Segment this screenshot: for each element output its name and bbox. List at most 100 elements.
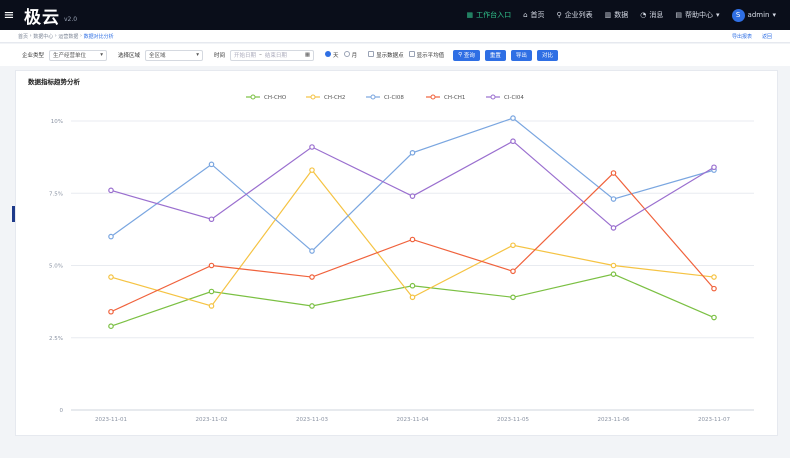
nav-enterprise-list[interactable]: ⚲ 企业列表 bbox=[557, 10, 593, 20]
calendar-icon: ▦ bbox=[304, 52, 311, 58]
series-line bbox=[110, 273, 715, 327]
data-point bbox=[510, 138, 516, 145]
data-point bbox=[108, 323, 114, 329]
checkbox-show-points[interactable]: 显示数据点 bbox=[368, 51, 404, 59]
data-point bbox=[108, 274, 114, 280]
book-icon: ▤ bbox=[675, 11, 683, 19]
checkbox-icon bbox=[368, 51, 375, 57]
x-tick-label: 2023-11-04 bbox=[397, 417, 429, 423]
nav-workbench[interactable]: ▦ 工作台入口 bbox=[466, 10, 511, 20]
data-point bbox=[108, 233, 114, 240]
filter-bar: 企业类型 生产经营单位 ▾ 选择区域 全区域 ▾ 时间 开始日期 – 结束日期 … bbox=[0, 44, 790, 66]
data-point bbox=[510, 242, 516, 249]
chevron-down-icon: ▾ bbox=[100, 52, 104, 58]
chevron-down-icon: ▾ bbox=[196, 52, 200, 58]
x-tick-label: 2023-11-06 bbox=[598, 417, 630, 423]
radio-month[interactable]: 月 bbox=[343, 51, 357, 59]
app-logo[interactable]: 极云 bbox=[24, 3, 60, 28]
data-point bbox=[711, 285, 717, 292]
chart-card: 数据指标趋势分析 0 2.5% 5.0% 7.5% 10% 2023-11-01 2023-… bbox=[15, 70, 778, 436]
y-tick-label: 7.5% bbox=[49, 191, 63, 197]
query-button[interactable]: ⚲ 查询 bbox=[453, 49, 480, 61]
user-name: admin bbox=[747, 11, 770, 19]
y-tick-label: 5.0% bbox=[49, 264, 63, 270]
compare-button[interactable]: 对比 bbox=[536, 49, 558, 61]
nav-messages[interactable]: ◔ 消息 bbox=[640, 10, 663, 20]
data-point bbox=[610, 196, 617, 202]
x-tick-label: 2023-11-07 bbox=[698, 417, 730, 423]
data-point bbox=[711, 164, 717, 171]
data-point bbox=[409, 282, 416, 289]
grid-icon: ▦ bbox=[466, 11, 474, 19]
data-point bbox=[409, 149, 416, 156]
data-point bbox=[208, 288, 215, 295]
back-link[interactable]: 返回 bbox=[762, 33, 772, 40]
legend-marker bbox=[310, 94, 316, 100]
data-point bbox=[208, 216, 215, 223]
breadcrumb-item[interactable]: 数据中心 bbox=[33, 33, 53, 40]
legend-label: CI-CI08 bbox=[384, 95, 404, 101]
avatar: S bbox=[731, 8, 745, 22]
chevron-down-icon: ▾ bbox=[772, 11, 776, 19]
breadcrumb-current: 数据对比分析 bbox=[83, 33, 114, 40]
scope-label: 选择区域 bbox=[118, 53, 141, 59]
legend-marker bbox=[430, 94, 436, 100]
data-point bbox=[108, 308, 114, 315]
breadcrumb: 首页 › 数据中心 › 运营数据 › 数据对比分析 导出报表 返回 bbox=[0, 30, 790, 43]
data-point bbox=[309, 144, 315, 150]
x-tick-label: 2023-11-05 bbox=[497, 417, 529, 423]
top-nav-links: ▦ 工作台入口 ⌂ 首页 ⚲ 企业列表 ▥ 数据 ◔ 消息 ▤ 帮助中心 ▾ S… bbox=[466, 8, 790, 22]
radio-day[interactable]: 天 bbox=[325, 51, 339, 59]
legend-label: CH-CHO bbox=[264, 95, 287, 101]
legend-marker bbox=[250, 94, 256, 100]
export-button[interactable]: 导出 bbox=[510, 49, 532, 61]
data-point bbox=[610, 271, 617, 277]
chevron-down-icon: ▾ bbox=[716, 11, 720, 19]
app-version: v2.0 bbox=[64, 15, 78, 23]
data-point bbox=[711, 314, 717, 321]
user-menu[interactable]: S admin ▾ bbox=[731, 8, 776, 22]
data-point bbox=[409, 236, 416, 243]
x-tick-label: 2023-11-01 bbox=[95, 417, 127, 423]
radio-empty-icon bbox=[343, 51, 350, 57]
nav-data[interactable]: ▥ 数据 bbox=[605, 10, 629, 20]
breadcrumb-actions: 导出报表 返回 bbox=[732, 33, 790, 40]
data-point bbox=[510, 268, 516, 275]
y-tick-label: 0 bbox=[60, 408, 64, 414]
scope-select[interactable]: 全区域 ▾ bbox=[145, 49, 204, 61]
home-icon: ⌂ bbox=[523, 11, 528, 19]
data-point bbox=[510, 115, 516, 121]
data-point bbox=[208, 161, 215, 168]
x-tick-label: 2023-11-02 bbox=[196, 417, 228, 423]
date-range-input[interactable]: 开始日期 – 结束日期 ▦ bbox=[230, 49, 315, 61]
breadcrumb-item[interactable]: 运营数据 bbox=[58, 33, 78, 40]
export-report-link[interactable]: 导出报表 bbox=[732, 33, 752, 40]
data-point bbox=[610, 262, 617, 269]
search-icon: ⚲ bbox=[458, 52, 463, 58]
nav-home[interactable]: ⌂ 首页 bbox=[523, 10, 544, 20]
search-icon: ⚲ bbox=[556, 11, 562, 19]
data-point bbox=[409, 294, 416, 301]
legend-label: CH-CH1 bbox=[444, 95, 465, 101]
hamburger-menu-icon[interactable]: ≡ bbox=[0, 0, 18, 30]
legend-label: CH-CH2 bbox=[324, 95, 345, 101]
y-tick-label: 2.5% bbox=[49, 336, 63, 342]
top-navigation-bar: ≡ 极云 v2.0 ▦ 工作台入口 ⌂ 首页 ⚲ 企业列表 ▥ 数据 ◔ 消息 … bbox=[0, 0, 790, 30]
data-point bbox=[208, 303, 215, 309]
y-tick-label: 10% bbox=[51, 119, 63, 125]
data-point bbox=[309, 303, 315, 309]
reset-button[interactable]: 重置 bbox=[484, 49, 506, 61]
type-select[interactable]: 生产经营单位 ▾ bbox=[49, 49, 108, 61]
data-point bbox=[510, 294, 516, 301]
data-point bbox=[610, 225, 617, 231]
data-point bbox=[108, 187, 114, 194]
breadcrumb-item[interactable]: 首页 bbox=[18, 33, 28, 40]
chart-icon: ▥ bbox=[604, 11, 612, 19]
data-point bbox=[711, 274, 717, 280]
legend-label: CI-CI04 bbox=[504, 95, 524, 101]
nav-help[interactable]: ▤ 帮助中心 ▾ bbox=[675, 10, 719, 20]
data-point bbox=[309, 274, 315, 280]
x-tick-label: 2023-11-03 bbox=[296, 417, 328, 423]
data-point bbox=[610, 170, 617, 176]
checkbox-show-average[interactable]: 显示平均值 bbox=[408, 51, 444, 59]
